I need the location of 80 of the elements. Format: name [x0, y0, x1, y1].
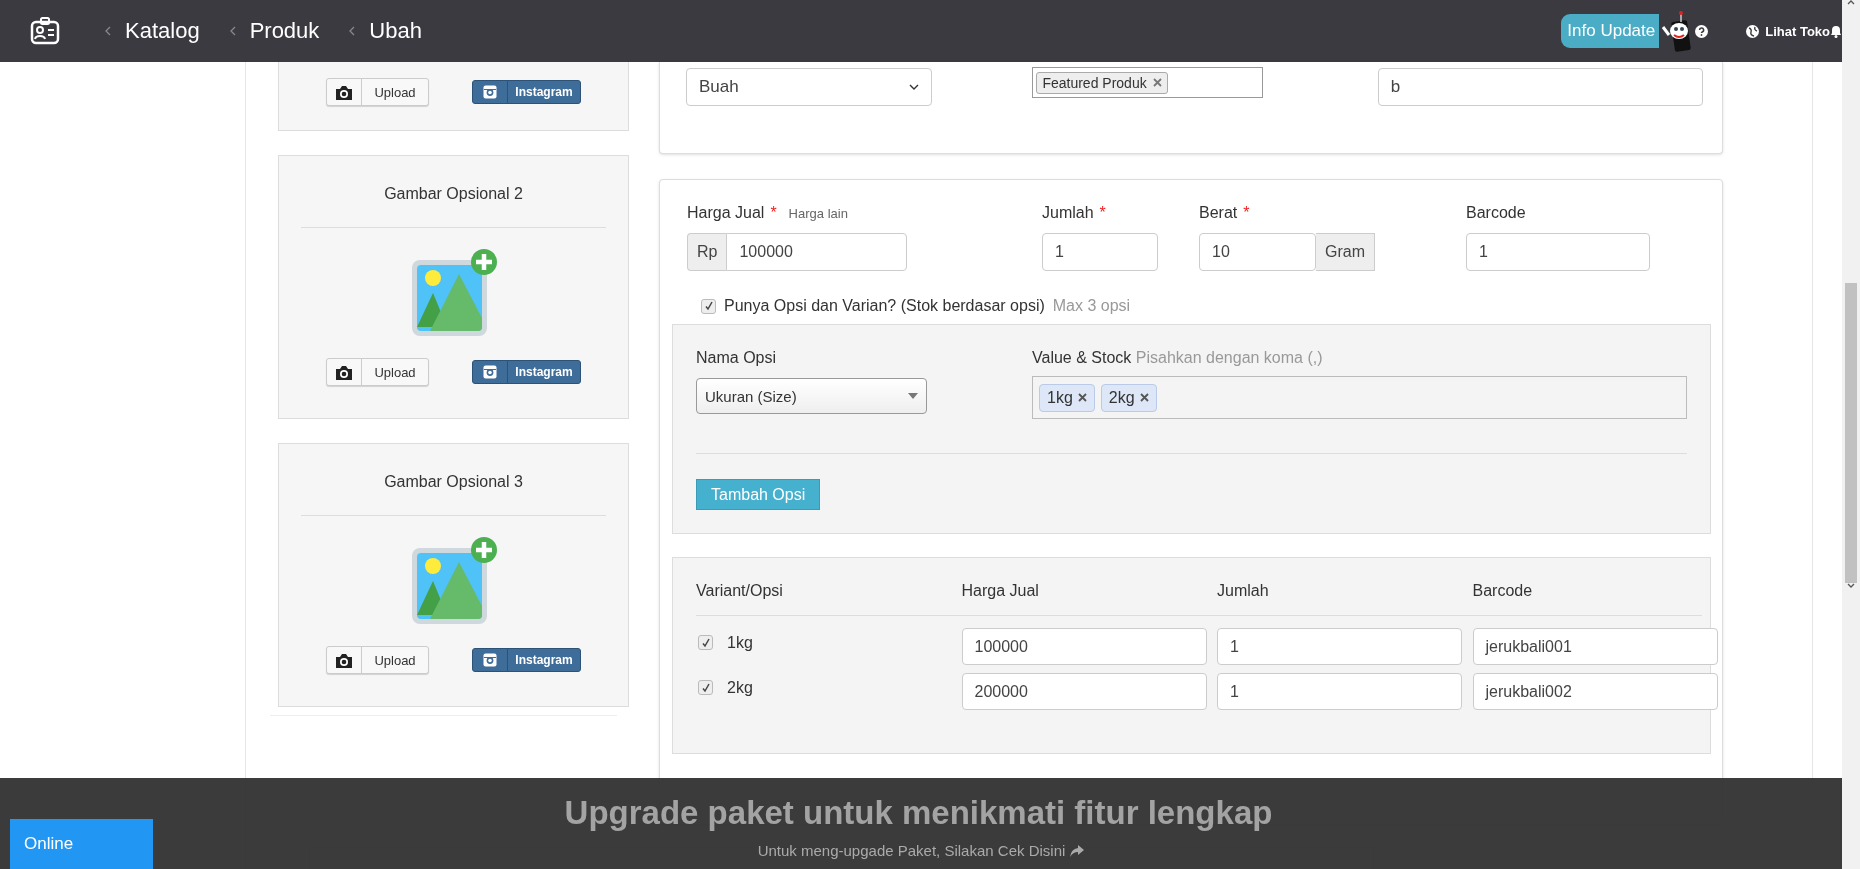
hint-text: Pisahkan dengan koma (,)	[1135, 349, 1323, 366]
input-field[interactable]: 200000	[961, 673, 1207, 710]
tag-field[interactable]: 1kg 2kg	[1032, 376, 1687, 419]
field-label: Barcode	[1466, 204, 1526, 222]
tag-field[interactable]: Featured Produk	[1032, 67, 1263, 98]
camera-square-icon	[483, 365, 497, 379]
breadcrumb-link[interactable]: Produk	[249, 18, 320, 44]
variant-name: 1kg	[727, 633, 753, 652]
input-field[interactable]: 1	[1042, 233, 1158, 271]
breadcrumb-link[interactable]: Katalog	[125, 18, 200, 44]
field-label: Value & Stock	[1032, 349, 1132, 366]
field-label: Nama Opsi	[696, 349, 777, 366]
input-field[interactable]: 100000	[961, 628, 1207, 665]
remove-icon[interactable]	[1139, 393, 1149, 402]
camera-icon	[335, 364, 353, 380]
checkbox[interactable]	[701, 298, 716, 314]
column-header: Barcode	[1472, 582, 1533, 599]
input-field[interactable]: b	[1377, 68, 1703, 106]
scrollbar-thumb[interactable]	[1845, 283, 1857, 583]
caret-down-icon	[908, 393, 918, 399]
bell-icon[interactable]	[1830, 24, 1842, 38]
card-title: Gambar Opsional 2	[383, 184, 524, 204]
column-header: Jumlah	[1217, 582, 1269, 599]
image-add-icon[interactable]	[409, 536, 498, 626]
checkbox-label: Punya Opsi dan Varian? (Stok berdasar opsi)	[724, 297, 1045, 315]
column-header: Harga Jual	[961, 582, 1039, 599]
breadcrumb-link[interactable]: Ubah	[369, 18, 422, 44]
chevron-icon	[105, 26, 111, 36]
input-field[interactable]: 100000	[726, 233, 908, 271]
chevron-icon	[349, 26, 356, 36]
banner-title: Upgrade paket untuk menikmati fitur lengkap	[564, 794, 1273, 832]
price-options-link[interactable]: Harga lain	[788, 206, 848, 221]
remove-icon[interactable]	[1077, 393, 1087, 402]
instagram-button[interactable]: Instagram	[472, 360, 581, 384]
instagram-button[interactable]: Instagram	[472, 80, 581, 104]
input-field[interactable]: jerukbali002	[1472, 673, 1718, 710]
globe-icon	[1746, 24, 1760, 38]
required-mark: *	[1243, 204, 1250, 222]
camera-square-icon	[483, 85, 497, 99]
image-add-icon[interactable]	[409, 248, 498, 338]
input-field[interactable]: 10	[1199, 233, 1316, 271]
hint-text: Max 3 opsi	[1052, 297, 1131, 315]
camera-square-icon	[483, 653, 497, 667]
variant-name: 2kg	[727, 678, 753, 697]
input-field[interactable]: 1	[1466, 233, 1650, 271]
upload-button[interactable]: Upload	[326, 358, 429, 386]
id-card-icon[interactable]	[30, 17, 60, 45]
field-label: Harga Jual	[687, 204, 765, 222]
store-link[interactable]: Lihat Toko	[1765, 23, 1830, 39]
card-title: Gambar Opsional 3	[383, 472, 524, 492]
upload-button[interactable]: Upload	[326, 646, 429, 674]
chevron-icon	[229, 26, 236, 36]
currency-addon: Rp	[687, 233, 727, 271]
upload-button[interactable]: Upload	[326, 78, 429, 106]
input-field[interactable]: 1	[1217, 673, 1462, 710]
upgrade-link[interactable]: Untuk meng-upgade Paket, Silakan Cek Disini	[757, 842, 1066, 859]
chevron-down-icon	[909, 84, 920, 90]
arrow-up-icon[interactable]	[1847, 0, 1855, 5]
camera-icon	[335, 652, 353, 668]
required-mark: *	[770, 204, 777, 222]
input-field[interactable]: 1	[1217, 628, 1462, 665]
tag[interactable]: 1kg	[1039, 383, 1095, 412]
remove-icon[interactable]	[1152, 78, 1162, 87]
field-label: Berat	[1199, 204, 1238, 222]
help-icon[interactable]	[1695, 24, 1709, 38]
unit-addon: Gram	[1316, 233, 1375, 271]
tag[interactable]: 2kg	[1100, 383, 1157, 412]
category-select[interactable]: Buah	[686, 68, 933, 106]
instagram-button[interactable]: Instagram	[472, 648, 581, 672]
arrow-down-icon[interactable]	[1847, 583, 1855, 588]
input-field[interactable]: jerukbali001	[1472, 628, 1718, 665]
field-label: Jumlah	[1042, 204, 1094, 222]
column-header: Variant/Opsi	[696, 582, 783, 599]
tag[interactable]: Featured Produk	[1036, 71, 1168, 94]
checkbox[interactable]	[698, 635, 713, 650]
checkbox[interactable]	[698, 680, 713, 695]
share-arrow-icon	[1070, 844, 1085, 857]
required-mark: *	[1099, 204, 1106, 222]
option-select[interactable]: Ukuran (Size)	[696, 378, 927, 414]
camera-icon	[335, 84, 353, 100]
